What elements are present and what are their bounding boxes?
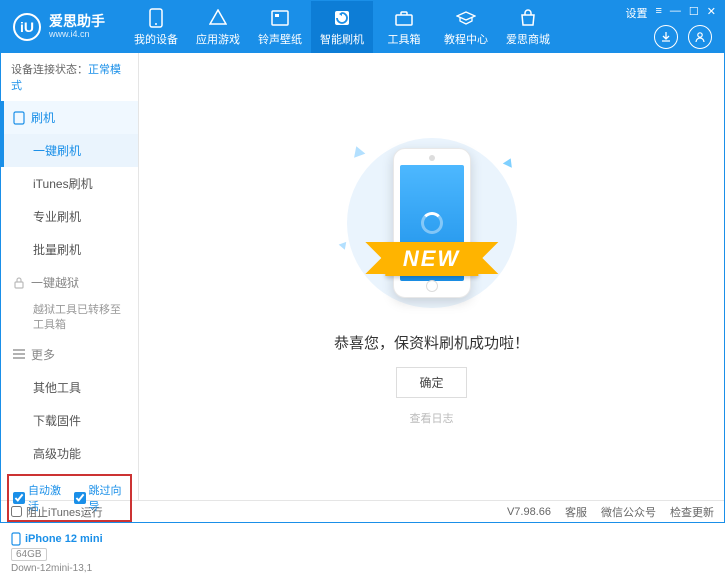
- wechat-link[interactable]: 微信公众号: [601, 504, 656, 520]
- titlebar: iU 爱思助手 www.i4.cn 我的设备 应用游戏 铃声壁纸 智能刷机 工具…: [1, 1, 724, 53]
- apps-icon: [208, 8, 228, 28]
- nav-apps[interactable]: 应用游戏: [187, 1, 249, 53]
- sidebar-item-pro-flash[interactable]: 专业刷机: [1, 200, 138, 233]
- maximize-icon[interactable]: ☐: [689, 5, 699, 18]
- checkbox-block-itunes[interactable]: 阻止iTunes运行: [11, 504, 103, 520]
- lock-icon: [13, 277, 25, 289]
- support-link[interactable]: 客服: [565, 504, 587, 520]
- check-update-link[interactable]: 检查更新: [670, 504, 714, 520]
- new-ribbon: NEW: [385, 242, 478, 276]
- window-controls: 设置 ≡ — ☐ ✕: [625, 1, 724, 21]
- app-logo-icon: iU: [13, 13, 41, 41]
- sidebar-section-more[interactable]: 更多: [1, 338, 138, 371]
- menu-icon[interactable]: ≡: [655, 5, 661, 17]
- sidebar-item-download-fw[interactable]: 下载固件: [1, 404, 138, 437]
- device-phone-icon: [11, 532, 21, 546]
- settings-link[interactable]: 设置: [625, 5, 647, 21]
- minimize-icon[interactable]: —: [670, 5, 681, 17]
- sidebar-item-itunes-flash[interactable]: iTunes刷机: [1, 167, 138, 200]
- sidebar-item-advanced[interactable]: 高级功能: [1, 437, 138, 470]
- success-message: 恭喜您，保资料刷机成功啦！: [334, 332, 529, 353]
- toolbox-icon: [394, 8, 414, 28]
- app-url: www.i4.cn: [49, 30, 105, 40]
- connection-status: 设备连接状态：正常模式: [1, 53, 138, 101]
- sidebar-item-batch-flash[interactable]: 批量刷机: [1, 233, 138, 266]
- nav-flash[interactable]: 智能刷机: [311, 1, 373, 53]
- app-name: 爱思助手: [49, 14, 105, 29]
- list-icon: [13, 349, 25, 359]
- nav-my-device[interactable]: 我的设备: [125, 1, 187, 53]
- nav-media[interactable]: 铃声壁纸: [249, 1, 311, 53]
- nav-store[interactable]: 爱思商城: [497, 1, 559, 53]
- download-button[interactable]: [654, 25, 678, 49]
- ok-button[interactable]: 确定: [396, 367, 466, 398]
- flash-icon: [332, 8, 352, 28]
- version-label: V7.98.66: [507, 506, 551, 518]
- store-icon: [518, 8, 538, 28]
- view-log-link[interactable]: 查看日志: [410, 410, 454, 426]
- nav-tutorial[interactable]: 教程中心: [435, 1, 497, 53]
- device-model: Down-12mini-13,1: [11, 563, 128, 574]
- logo-area: iU 爱思助手 www.i4.cn: [1, 13, 117, 41]
- sidebar-section-flash[interactable]: 刷机: [1, 101, 138, 134]
- main-content: NEW 恭喜您，保资料刷机成功啦！ 确定 查看日志: [139, 53, 724, 500]
- sidebar-item-other-tools[interactable]: 其他工具: [1, 371, 138, 404]
- device-name: iPhone 12 mini: [25, 533, 103, 545]
- sidebar-item-oneclick-flash[interactable]: 一键刷机: [1, 134, 138, 167]
- spinner-icon: [421, 212, 443, 234]
- sidebar: 设备连接状态：正常模式 刷机 一键刷机 iTunes刷机 专业刷机 批量刷机 一…: [1, 53, 139, 500]
- user-button[interactable]: [688, 25, 712, 49]
- nav-toolbox[interactable]: 工具箱: [373, 1, 435, 53]
- jailbreak-note: 越狱工具已转移至工具箱: [1, 299, 138, 338]
- sidebar-section-jailbreak[interactable]: 一键越狱: [1, 266, 138, 299]
- success-illustration: NEW: [332, 128, 532, 318]
- phone-small-icon: [13, 111, 25, 125]
- wallpaper-icon: [270, 8, 290, 28]
- main-nav: 我的设备 应用游戏 铃声壁纸 智能刷机 工具箱 教程中心 爱思商城: [125, 1, 625, 53]
- phone-icon: [146, 8, 166, 28]
- close-icon[interactable]: ✕: [707, 5, 716, 18]
- device-capacity: 64GB: [11, 548, 47, 561]
- device-info[interactable]: iPhone 12 mini 64GB Down-12mini-13,1: [1, 526, 138, 580]
- tutorial-icon: [456, 8, 476, 28]
